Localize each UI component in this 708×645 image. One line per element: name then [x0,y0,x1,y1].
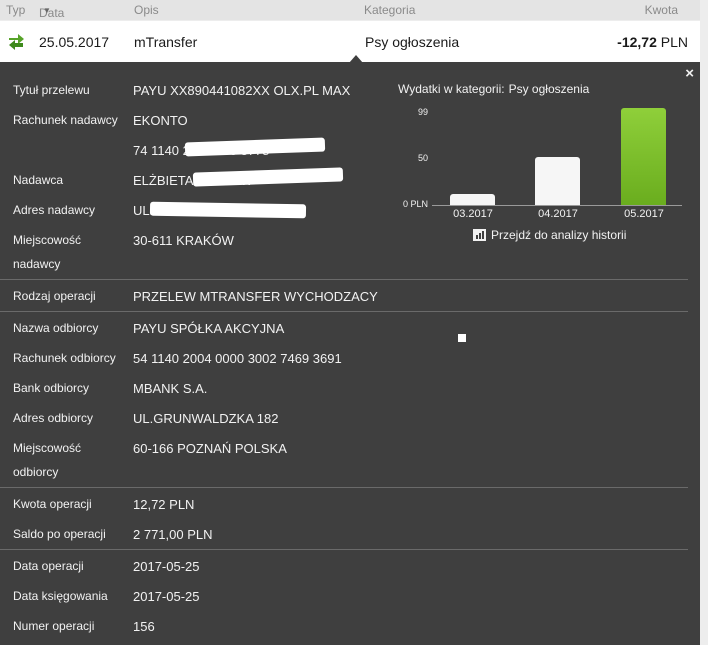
transaction-category[interactable]: Psy ogłoszenia [365,34,459,50]
detail-value-sender-account-type: EKONTO [133,113,188,128]
detail-value-balance: 2 771,00 PLN [133,527,213,542]
history-analysis-link[interactable]: Przejdź do analizy historii [473,228,626,242]
detail-label-operation-number: Numer operacji [13,619,95,633]
detail-label-booking-date: Data księgowania [13,589,108,603]
close-icon[interactable]: × [685,65,694,82]
transaction-details-panel: × Tytuł przelewu PAYU XX890441082XX OLX.… [0,62,700,645]
detail-value-operation-type: PRZELEW MTRANSFER WYCHODZACY [133,289,378,304]
redaction-mark [192,167,344,187]
detail-label-sender-address: Adres nadawcy [13,203,96,217]
detail-value-recipient-account: 54 1140 2004 0000 3002 7469 3691 [133,351,342,366]
x-tick-label: 05.2017 [624,208,664,220]
chart-title: Wydatki w kategorii: Psy ogłoszenia [398,82,590,96]
y-tick-label: 99 [417,107,428,117]
col-type: Typ [6,3,26,17]
detail-value-recipient-city: 60-166 POZNAŃ POLSKA [133,441,287,456]
divider [0,311,688,312]
transaction-date: 25.05.2017 [39,34,110,50]
detail-label-title: Tytuł przelewu [13,83,90,97]
table-header: Typ Data ▼ Opis Kategoria Kwota [0,0,700,20]
chart-category: Psy ogłoszenia [508,82,590,96]
divider [0,549,688,550]
divider [0,487,688,488]
detail-value-operation-number: 156 [133,619,155,634]
detail-label-sender-city: Miejscowość [13,233,82,247]
chart-bar[interactable] [450,193,495,205]
detail-label-recipient-city-2: odbiorcy [13,465,59,479]
col-category[interactable]: Kategoria [364,3,415,17]
redaction-mark [149,201,307,219]
detail-label-recipient-name: Nazwa odbiorcy [13,321,99,335]
chart-bar[interactable] [535,156,580,205]
transfer-arrows-icon [9,34,24,50]
detail-value-title: PAYU XX890441082XX OLX.PL MAX [133,83,351,98]
col-description[interactable]: Opis [134,3,159,17]
chart-x-axis [432,205,682,206]
detail-value-recipient-bank: MBANK S.A. [133,381,208,396]
detail-label-operation-type: Rodzaj operacji [13,289,96,303]
bar-chart-icon [473,229,486,241]
divider [0,279,688,280]
detail-value-booking-date: 2017-05-25 [133,589,200,604]
detail-label-sender: Nadawca [13,173,64,187]
y-tick-label: 50 [417,152,428,163]
col-date[interactable]: Data ▼ [39,3,64,20]
detail-label-balance: Saldo po operacji [13,527,106,541]
detail-label-sender-city-2: nadawcy [13,257,61,271]
detail-value-operation-date: 2017-05-25 [133,559,200,574]
detail-label-recipient-city: Miejscowość [13,441,82,455]
chart-bar[interactable] [621,108,666,205]
x-tick-label: 04.2017 [538,208,578,220]
detail-label-amount: Kwota operacji [13,497,92,511]
detail-value-sender-city: 30-611 KRAKÓW [133,233,234,248]
detail-label-recipient-account: Rachunek odbiorcy [13,351,116,365]
detail-label-recipient-bank: Bank odbiorcy [13,381,90,395]
detail-value-recipient-name: PAYU SPÓŁKA AKCYJNA [133,321,285,336]
transaction-amount: -12,72 PLN [617,34,688,50]
redaction-mark [184,137,326,157]
col-amount[interactable]: Kwota [645,3,678,17]
detail-label-recipient-address: Adres odbiorcy [13,411,94,425]
x-tick-label: 03.2017 [453,208,493,220]
small-marker [458,334,466,342]
detail-value-amount: 12,72 PLN [133,497,195,512]
detail-label-sender-account: Rachunek nadawcy [13,113,118,127]
detail-label-operation-date: Data operacji [13,559,84,573]
transaction-description: mTransfer [134,34,198,50]
transaction-row[interactable]: 25.05.2017 mTransfer Psy ogłoszenia -12,… [0,21,700,63]
detail-value-recipient-address: UL.GRUNWALDZKA 182 [133,411,279,426]
sort-down-icon: ▼ [43,6,51,15]
y-tick-label: 0 PLN [402,199,428,209]
